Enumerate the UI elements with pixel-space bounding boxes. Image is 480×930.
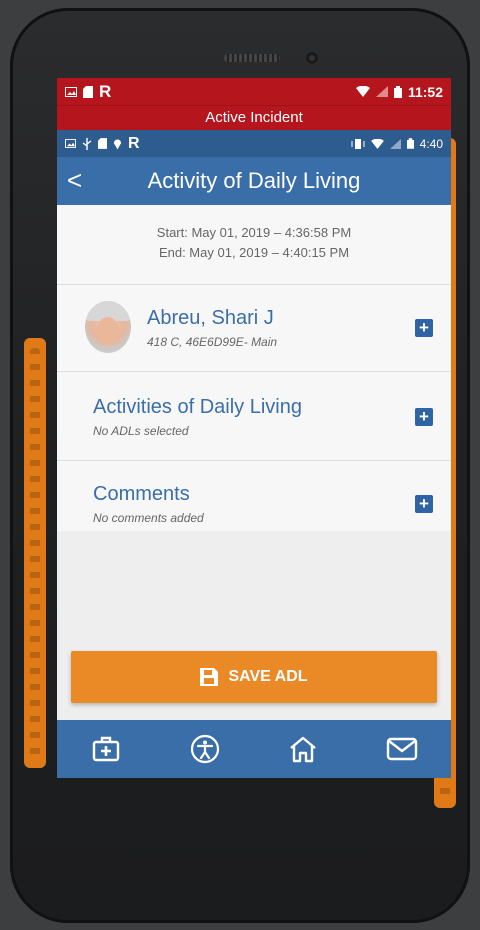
comments-subtitle: No comments added [93, 511, 204, 525]
status-bar-inner: R 4:40 [57, 130, 451, 157]
left-bumper [24, 338, 46, 768]
adl-title: Activities of Daily Living [93, 396, 302, 418]
status-time-inner: 4:40 [419, 136, 443, 151]
end-time: End: May 01, 2019 – 4:40:15 PM [158, 245, 350, 260]
save-adl-button[interactable]: SAVE ADL [71, 651, 437, 703]
back-chevron-icon[interactable]: < [67, 165, 82, 195]
phone-frame: R 11:52 Active Incident R 4:40 < Activit… [10, 8, 470, 923]
app-r-icon: R [128, 134, 140, 152]
bottom-nav [57, 720, 451, 778]
activity-times: Start: May 01, 2019 – 4:36:58 PM End: Ma… [57, 205, 451, 285]
nav-accessibility[interactable] [185, 729, 225, 769]
speaker-grille [224, 54, 280, 62]
comments-title: Comments [93, 483, 190, 505]
adl-subtitle: No ADLs selected [93, 424, 189, 438]
battery-icon [393, 85, 402, 98]
nav-home[interactable] [283, 729, 323, 769]
image-icon [65, 139, 76, 148]
image-icon [65, 86, 77, 97]
vibrate-icon [351, 138, 365, 149]
medical-kit-icon [93, 736, 120, 762]
signal-icon [389, 138, 401, 149]
battery-icon [406, 138, 414, 149]
sd-card-icon [98, 138, 107, 149]
wifi-icon [370, 138, 384, 149]
add-comment-plus-icon[interactable]: + [415, 495, 433, 513]
comments-row[interactable]: Comments No comments added + [57, 461, 451, 531]
status-bar-outer: R 11:52 [57, 78, 451, 105]
page-title: Activity of Daily Living [147, 168, 361, 193]
adl-row[interactable]: Activities of Daily Living No ADLs selec… [57, 372, 451, 461]
status-time-outer: 11:52 [407, 83, 443, 100]
nav-mail[interactable] [382, 729, 422, 769]
mail-icon [386, 737, 417, 761]
location-pin-icon [113, 139, 122, 149]
add-adl-plus-icon[interactable]: + [415, 408, 433, 426]
patient-details: 418 C, 46E6D99E- Main [147, 335, 278, 349]
app-r-icon: R [99, 81, 112, 101]
patient-row[interactable]: Abreu, Shari J 418 C, 46E6D99E- Main + [57, 285, 451, 372]
start-time: Start: May 01, 2019 – 4:36:58 PM [156, 225, 352, 240]
home-icon [290, 736, 317, 763]
sd-card-icon [83, 85, 93, 98]
floppy-disk-icon [200, 668, 219, 686]
front-camera [306, 52, 318, 64]
signal-icon [375, 86, 388, 97]
save-adl-label: SAVE ADL [228, 668, 308, 685]
active-incident-banner[interactable]: Active Incident [57, 105, 451, 130]
add-patient-plus-icon[interactable]: + [415, 319, 433, 337]
usb-icon [82, 137, 92, 150]
app-header: < Activity of Daily Living [57, 157, 451, 205]
nav-medical[interactable] [86, 729, 126, 769]
screen: R 11:52 Active Incident R 4:40 < Activit… [57, 78, 451, 778]
accessibility-icon [190, 734, 219, 764]
patient-name: Abreu, Shari J [147, 307, 274, 329]
wifi-icon [355, 86, 370, 97]
patient-avatar [85, 301, 131, 353]
